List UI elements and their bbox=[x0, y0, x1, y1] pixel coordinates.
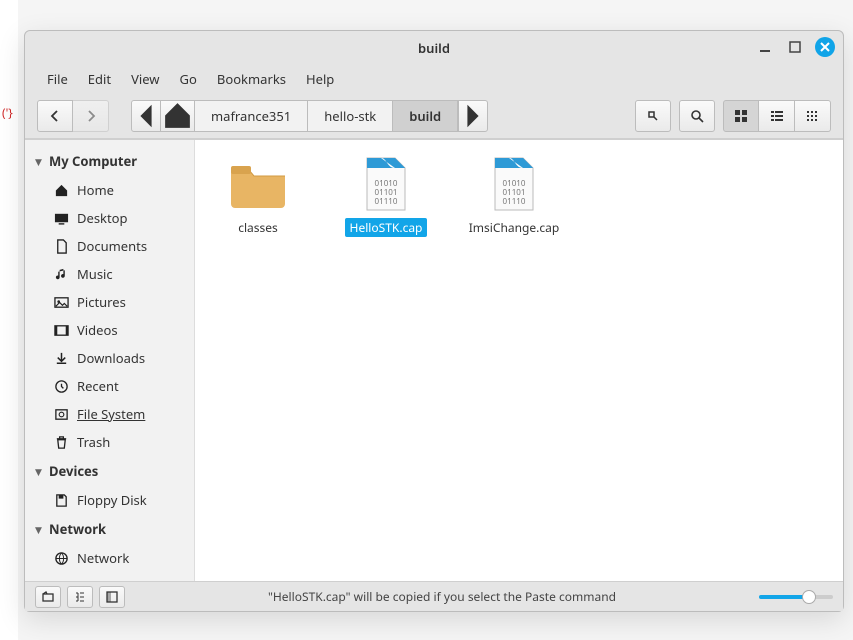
chevron-down-icon: ▼ bbox=[35, 523, 45, 536]
file-content-area[interactable]: classes010100110101110HelloSTK.cap010100… bbox=[195, 140, 843, 581]
menu-go[interactable]: Go bbox=[170, 66, 207, 92]
menu-file[interactable]: File bbox=[37, 66, 78, 92]
file-item[interactable]: 010100110101110ImsiChange.cap bbox=[469, 156, 559, 237]
recent-icon bbox=[53, 378, 69, 394]
search-button[interactable] bbox=[679, 100, 715, 132]
file-label: classes bbox=[233, 218, 283, 237]
sidebar-item-label: Documents bbox=[77, 237, 147, 255]
breadcrumb-home-icon[interactable] bbox=[161, 100, 195, 132]
file-manager-window: build File Edit View Go Bookmarks Help m… bbox=[24, 30, 844, 612]
sidebar-item-label: Downloads bbox=[77, 349, 145, 367]
sidebar-item-label: Home bbox=[77, 181, 114, 199]
titlebar[interactable]: build bbox=[25, 31, 843, 65]
view-icons-button[interactable] bbox=[723, 100, 759, 132]
back-button[interactable] bbox=[37, 100, 73, 132]
sidebar-item-label: Desktop bbox=[77, 209, 128, 227]
file-label: ImsiChange.cap bbox=[464, 218, 565, 237]
sidebar-section-header[interactable]: ▼ Network bbox=[25, 514, 194, 544]
breadcrumb-seg-1[interactable]: hello-stk bbox=[308, 100, 393, 132]
sidebar-item-music[interactable]: Music bbox=[25, 260, 194, 288]
sidebar-section-title: Network bbox=[49, 520, 106, 538]
menu-view[interactable]: View bbox=[121, 66, 169, 92]
statusbar: "HelloSTK.cap" will be copied if you sel… bbox=[25, 581, 843, 611]
sidebar: ▼ My Computer Home Desktop Documents Music Pic… bbox=[25, 140, 195, 581]
breadcrumb-seg-0[interactable]: mafrance351 bbox=[195, 100, 308, 132]
sidebar-item-label: Trash bbox=[77, 433, 110, 451]
zoom-track[interactable] bbox=[759, 595, 833, 599]
sidebar-item-trash[interactable]: Trash bbox=[25, 428, 194, 456]
zoom-slider[interactable] bbox=[759, 595, 833, 599]
sidebar-item-videos[interactable]: Videos bbox=[25, 316, 194, 344]
vid-icon bbox=[53, 322, 69, 338]
file-label: HelloSTK.cap bbox=[345, 218, 428, 237]
desktop-icon bbox=[53, 210, 69, 226]
net-icon bbox=[53, 550, 69, 566]
breadcrumb: mafrance351 hello-stk build bbox=[131, 100, 488, 132]
toolbar: mafrance351 hello-stk build bbox=[25, 93, 843, 139]
sidebar-section-title: My Computer bbox=[49, 152, 137, 170]
sidebar-item-label: Network bbox=[77, 549, 129, 567]
music-icon bbox=[53, 266, 69, 282]
svg-text:01110: 01110 bbox=[503, 196, 526, 207]
sidebar-section-header[interactable]: ▼ Devices bbox=[25, 456, 194, 486]
binary-file-icon: 010100110101110 bbox=[483, 156, 545, 212]
folder-icon bbox=[227, 156, 289, 212]
forward-button[interactable] bbox=[73, 100, 109, 132]
fs-icon bbox=[53, 406, 69, 422]
trash-icon bbox=[53, 434, 69, 450]
home-icon bbox=[53, 182, 69, 198]
sidebar-item-network[interactable]: Network bbox=[25, 544, 194, 572]
file-item[interactable]: 010100110101110 HelloSTK.cap bbox=[341, 156, 431, 237]
close-button[interactable] bbox=[815, 37, 835, 57]
sidebar-item-label: File System bbox=[77, 405, 145, 423]
sidebar-item-label: Floppy Disk bbox=[77, 491, 147, 509]
file-item[interactable]: classes bbox=[213, 156, 303, 237]
sidebar-item-floppy-disk[interactable]: Floppy Disk bbox=[25, 486, 194, 514]
sidebar-item-home[interactable]: Home bbox=[25, 176, 194, 204]
sidebar-item-recent[interactable]: Recent bbox=[25, 372, 194, 400]
sidebar-item-label: Recent bbox=[77, 377, 119, 395]
maximize-button[interactable] bbox=[785, 37, 805, 57]
view-compact-button[interactable] bbox=[795, 100, 831, 132]
sidebar-item-downloads[interactable]: Downloads bbox=[25, 344, 194, 372]
zoom-knob[interactable] bbox=[802, 590, 816, 604]
status-message: "HelloSTK.cap" will be copied if you sel… bbox=[131, 588, 753, 605]
sidebar-item-pictures[interactable]: Pictures bbox=[25, 288, 194, 316]
menu-bookmarks[interactable]: Bookmarks bbox=[207, 66, 296, 92]
floppy-icon bbox=[53, 492, 69, 508]
close-sidebar-button[interactable] bbox=[99, 586, 125, 608]
menu-help[interactable]: Help bbox=[296, 66, 344, 92]
breadcrumb-next[interactable] bbox=[458, 100, 488, 132]
editor-gutter: ('} bbox=[0, 0, 18, 640]
window-title: build bbox=[418, 39, 450, 57]
sidebar-item-desktop[interactable]: Desktop bbox=[25, 204, 194, 232]
show-places-button[interactable] bbox=[35, 586, 61, 608]
chevron-down-icon: ▼ bbox=[35, 465, 45, 478]
svg-text:01110: 01110 bbox=[375, 196, 398, 207]
view-list-button[interactable] bbox=[759, 100, 795, 132]
doc-icon bbox=[53, 238, 69, 254]
sidebar-item-label: Videos bbox=[77, 321, 118, 339]
breadcrumb-seg-2[interactable]: build bbox=[393, 100, 458, 132]
binary-file-icon: 010100110101110 bbox=[355, 156, 417, 212]
down-icon bbox=[53, 350, 69, 366]
sidebar-section-title: Devices bbox=[49, 462, 98, 480]
pic-icon bbox=[53, 294, 69, 310]
toggle-location-button[interactable] bbox=[635, 100, 671, 132]
chevron-down-icon: ▼ bbox=[35, 155, 45, 168]
sidebar-item-file-system[interactable]: File System bbox=[25, 400, 194, 428]
menubar: File Edit View Go Bookmarks Help bbox=[25, 65, 843, 93]
sidebar-item-documents[interactable]: Documents bbox=[25, 232, 194, 260]
minimize-button[interactable] bbox=[755, 37, 775, 57]
show-tree-button[interactable] bbox=[67, 586, 93, 608]
sidebar-item-label: Music bbox=[77, 265, 113, 283]
sidebar-section-header[interactable]: ▼ My Computer bbox=[25, 146, 194, 176]
menu-edit[interactable]: Edit bbox=[78, 66, 121, 92]
breadcrumb-prev[interactable] bbox=[131, 100, 161, 132]
sidebar-item-label: Pictures bbox=[77, 293, 126, 311]
